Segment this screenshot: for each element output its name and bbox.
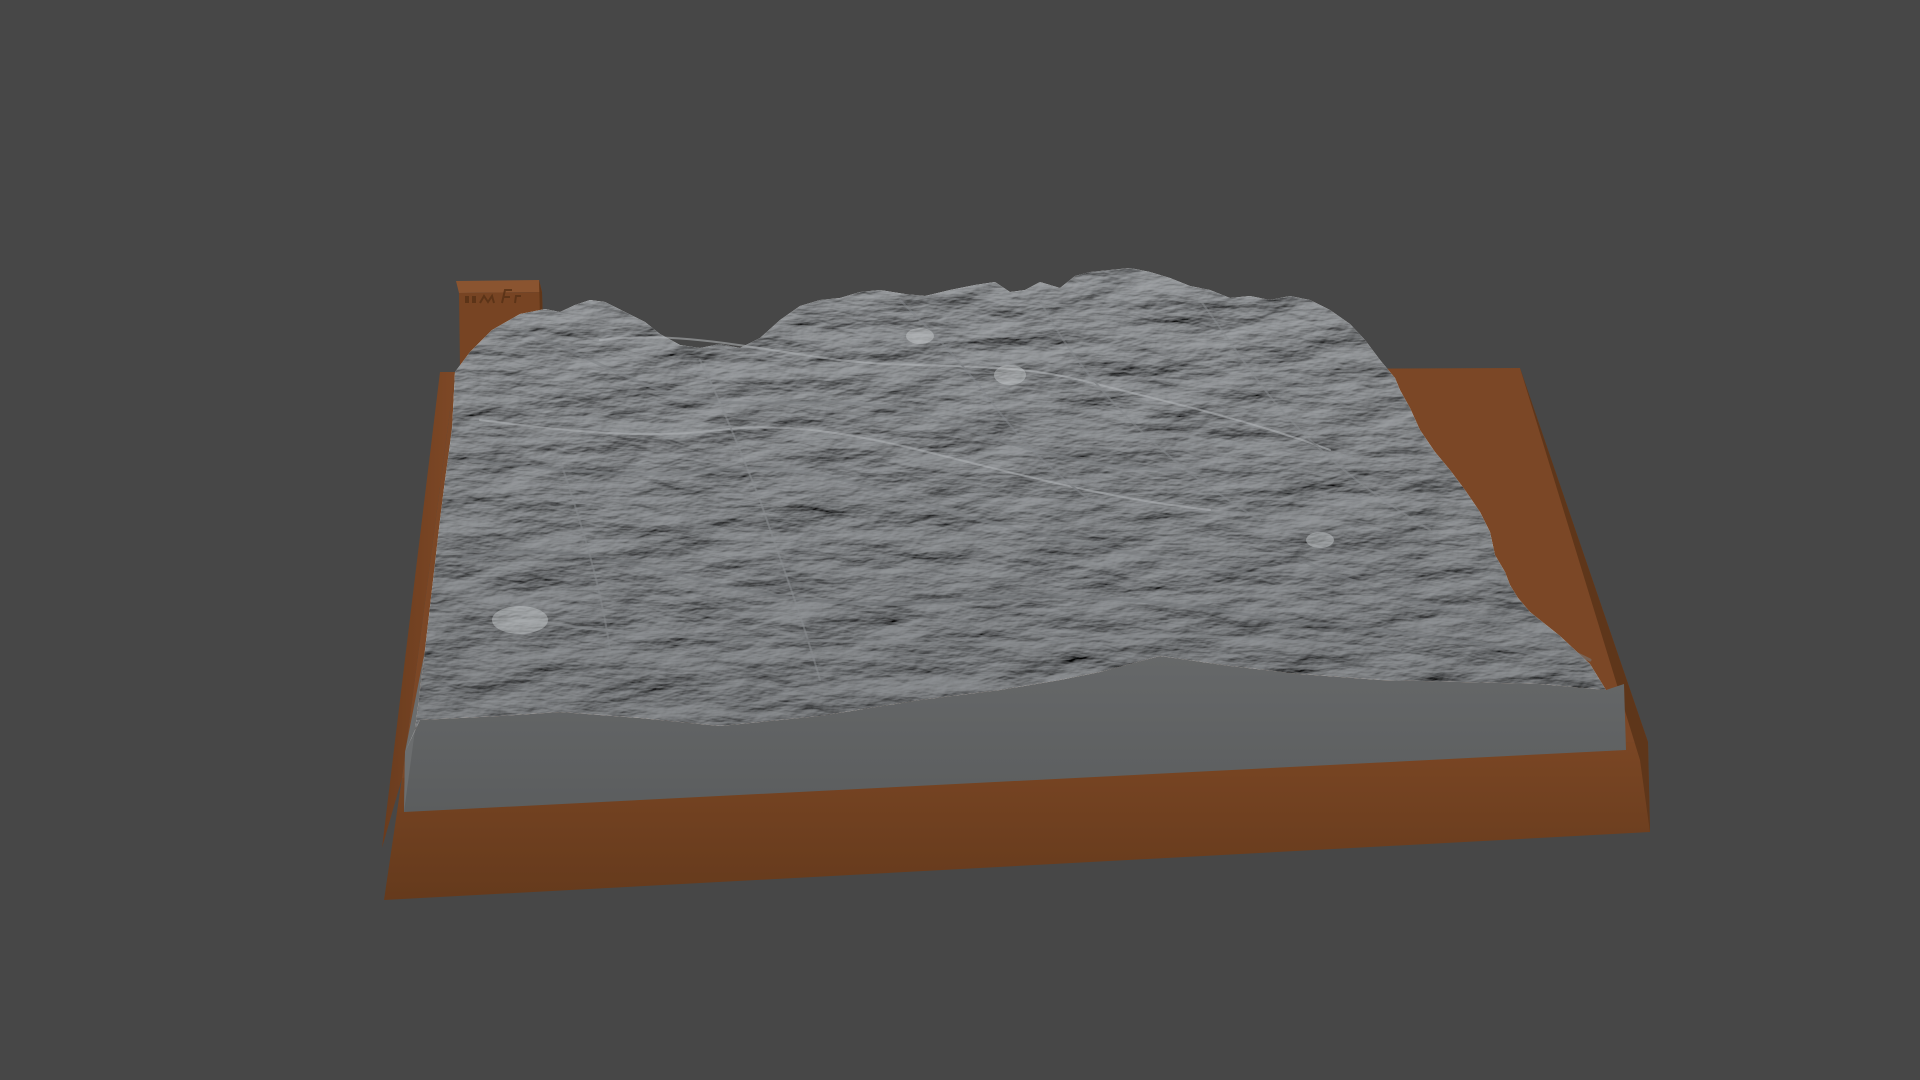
tag-block-top <box>456 280 542 293</box>
terrain-model-render <box>382 268 1650 900</box>
terrain-block <box>404 268 1626 812</box>
terrain-top-surface <box>405 268 1606 752</box>
3d-viewport[interactable] <box>0 0 1920 1080</box>
